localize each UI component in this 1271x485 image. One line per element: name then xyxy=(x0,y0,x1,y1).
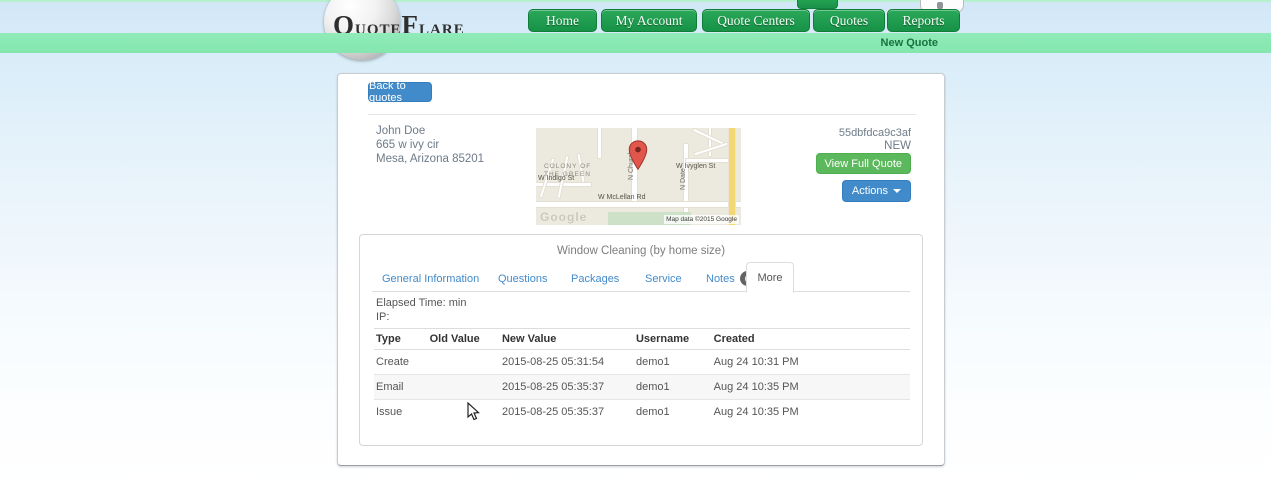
actions-label: Actions xyxy=(851,185,888,197)
tab-packages[interactable]: Packages xyxy=(567,265,623,292)
pill-glyph-icon xyxy=(937,2,943,9)
cell-username: demo1 xyxy=(633,349,712,375)
tab-notes-label: Notes xyxy=(706,272,735,285)
elapsed-time-label: Elapsed Time: min xyxy=(376,297,467,309)
cell-old-value xyxy=(427,399,500,424)
map-road xyxy=(598,128,601,158)
quote-center-title: Window Cleaning (by home size) xyxy=(556,245,726,257)
ip-label: IP: xyxy=(376,311,390,323)
caret-down-icon xyxy=(893,189,901,193)
cell-new-value: 2015-08-25 05:31:54 xyxy=(499,349,634,375)
map-attribution: Map data ©2015 Google xyxy=(664,215,739,224)
quote-status-label: NEW xyxy=(884,140,911,152)
actions-dropdown-button[interactable]: Actions xyxy=(841,180,911,202)
map-road xyxy=(694,142,728,156)
breadcrumb: New Quote xyxy=(880,37,938,49)
divider xyxy=(368,114,916,115)
cell-username: demo1 xyxy=(633,374,712,400)
history-table: Type Old Value New Value Username Create… xyxy=(374,328,910,424)
col-header-new-value: New Value xyxy=(499,328,634,350)
location-map[interactable]: COLONY OF THE GREEN W Indigo St W McLell… xyxy=(536,128,741,225)
tab-questions[interactable]: Questions xyxy=(494,265,552,292)
nav-quote-centers-button[interactable]: Quote Centers xyxy=(702,9,810,32)
cell-old-value xyxy=(427,349,500,375)
quote-tabs-panel: Window Cleaning (by home size) General I… xyxy=(359,234,923,446)
cell-type: Issue xyxy=(374,399,428,424)
quote-detail-card: Back to quotes John Doe 665 w ivy cir Me… xyxy=(337,73,945,466)
map-street-label: W McLellan Rd xyxy=(598,194,646,201)
nav-quotes-button[interactable]: Quotes xyxy=(813,9,885,32)
cell-created: Aug 24 10:35 PM xyxy=(711,374,910,400)
back-to-quotes-button[interactable]: Back to quotes xyxy=(368,80,432,104)
cell-new-value: 2015-08-25 05:35:37 xyxy=(499,374,634,400)
nav-home-button[interactable]: Home xyxy=(528,9,597,32)
cell-type: Create xyxy=(374,349,428,375)
table-row: Create 2015-08-25 05:31:54 demo1 Aug 24 … xyxy=(374,349,910,375)
top-edge-strip xyxy=(0,0,1271,2)
map-highway xyxy=(729,128,735,225)
tab-service[interactable]: Service xyxy=(641,265,686,292)
cell-username: demo1 xyxy=(633,399,712,424)
customer-address-line2: Mesa, Arizona 85201 xyxy=(376,153,485,165)
tab-more-active[interactable]: More xyxy=(746,262,794,293)
tab-bar: General Information Questions Packages S… xyxy=(372,262,910,293)
map-road xyxy=(686,159,730,162)
map-pin-icon[interactable] xyxy=(628,140,648,170)
table-header-row: Type Old Value New Value Username Create… xyxy=(374,328,910,350)
cell-new-value: 2015-08-25 05:35:37 xyxy=(499,399,634,424)
col-header-old-value: Old Value xyxy=(427,328,500,350)
nav-reports-button[interactable]: Reports xyxy=(887,9,960,32)
customer-address-line1: 665 w ivy cir xyxy=(376,139,440,151)
map-road xyxy=(536,202,741,207)
cell-old-value xyxy=(427,374,500,400)
col-header-type: Type xyxy=(374,328,428,350)
mouse-cursor xyxy=(467,402,480,421)
quote-id: 55dbfdca9c3af xyxy=(838,127,911,139)
table-row: Issue 2015-08-25 05:35:37 demo1 Aug 24 1… xyxy=(374,399,910,424)
map-street-label: N Date xyxy=(680,168,687,190)
col-header-username: Username xyxy=(633,328,712,350)
map-area-label: COLONY OF xyxy=(544,163,592,170)
map-street-label: W Indigo St xyxy=(538,175,575,182)
cell-created: Aug 24 10:31 PM xyxy=(711,349,910,375)
customer-info: John Doe 665 w ivy cir Mesa, Arizona 852… xyxy=(376,124,484,166)
partial-top-button[interactable] xyxy=(797,0,838,9)
map-road xyxy=(709,128,711,156)
customer-name: John Doe xyxy=(376,125,426,137)
cell-created: Aug 24 10:35 PM xyxy=(711,399,910,424)
view-full-quote-button[interactable]: View Full Quote xyxy=(815,153,911,174)
col-header-created: Created xyxy=(711,328,910,350)
tab-general-information[interactable]: General Information xyxy=(378,265,483,292)
cell-type: Email xyxy=(374,374,428,400)
table-row: Email 2015-08-25 05:35:37 demo1 Aug 24 1… xyxy=(374,374,910,400)
nav-my-account-button[interactable]: My Account xyxy=(601,9,697,32)
google-watermark: Google xyxy=(540,210,588,224)
breadcrumb-bar: New Quote xyxy=(0,33,1271,53)
